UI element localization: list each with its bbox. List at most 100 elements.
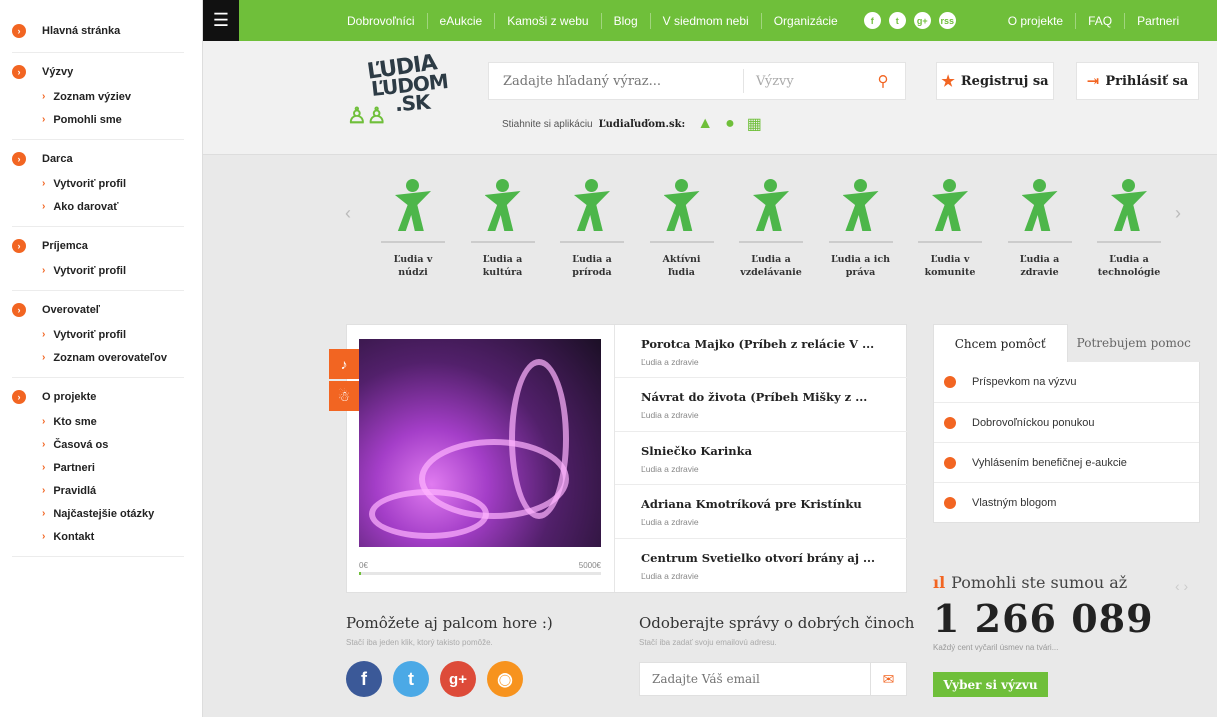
sidebar-item[interactable]: › Hlavná stránka	[12, 18, 184, 44]
mail-icon[interactable]: ✉	[870, 663, 906, 695]
help-option[interactable]: Dobrovoľníckou ponukou	[934, 402, 1199, 442]
featured-list-item[interactable]: Centrum Svetielko otvorí brány aj ... Ľud…	[615, 539, 907, 592]
sidebar-item[interactable]: › Výzvy	[12, 59, 184, 85]
category-figure-icon	[924, 177, 976, 233]
person-icon[interactable]: ☃	[329, 381, 359, 411]
login-icon: ⇥	[1086, 72, 1100, 90]
email-input[interactable]	[640, 663, 870, 695]
sidebar-subitem[interactable]: › Vytvoriť profil	[12, 323, 184, 346]
rss-icon[interactable]: ◉	[487, 661, 523, 697]
choose-challenge-button[interactable]: Vyber si výzvu	[933, 672, 1048, 697]
featured-list-item[interactable]: Porotca Majko (Príbeh z relácie V ... Ľud…	[615, 325, 907, 379]
sidebar-subitem[interactable]: › Zoznam overovateľov	[12, 346, 184, 369]
help-option-label: Vlastným blogom	[972, 496, 1057, 509]
sum-arrows-icon[interactable]: ‹ ›	[1175, 578, 1188, 594]
category-item[interactable]: Ľudia a zdravie	[995, 177, 1085, 279]
googleplus-icon[interactable]: g+	[913, 12, 931, 29]
help-panel: Chcem pomôcť Potrebujem pomoc Príspevkom…	[933, 324, 1201, 523]
top-nav-link[interactable]: eAukcie	[428, 12, 496, 29]
site-logo[interactable]: ĽUDIA ĽUDOM .SK ♙♙	[345, 50, 455, 131]
top-nav-link[interactable]: Dobrovoľníci	[335, 12, 428, 29]
sidebar-subitem-label: Pomohli sme	[53, 113, 122, 126]
sidebar-subitem[interactable]: › Pravidlá	[12, 479, 184, 502]
featured-image[interactable]	[359, 339, 601, 547]
top-nav-right: O projekte FAQ Partneri	[996, 0, 1191, 41]
facebook-icon[interactable]: f	[863, 12, 881, 29]
menu-icon[interactable]: ☰	[203, 0, 239, 41]
search-input[interactable]	[489, 63, 743, 99]
featured-list: Porotca Majko (Príbeh z relácie V ... Ľud…	[614, 325, 907, 592]
category-item[interactable]: Ľudia a kultúra	[458, 177, 548, 279]
carousel-prev-icon[interactable]: ‹	[345, 203, 351, 224]
category-item[interactable]: Aktívni ľudia	[637, 177, 727, 279]
chevron-right-icon: ›	[42, 329, 46, 340]
googleplus-icon[interactable]: g+	[440, 661, 476, 697]
apple-icon[interactable]: ●	[725, 115, 735, 133]
top-nav-link[interactable]: Partneri	[1125, 13, 1191, 29]
bullet-icon	[944, 456, 956, 469]
sidebar-item[interactable]: › Darca	[12, 146, 184, 172]
windows-icon[interactable]: ▦	[747, 114, 762, 134]
featured-list-item[interactable]: Slniečko Karinka Ľudia a zdravie	[615, 432, 907, 486]
register-label: Registruj sa	[960, 73, 1049, 89]
sidebar-subitem-label: Zoznam výziev	[53, 90, 131, 103]
facebook-icon[interactable]: f	[346, 661, 382, 697]
sidebar-subitem[interactable]: › Zoznam výziev	[12, 85, 184, 108]
login-button[interactable]: ⇥ Prihlásiť sa	[1076, 62, 1199, 100]
app-name: Ľudiaľuďom.sk:	[598, 118, 686, 130]
sidebar-subitem[interactable]: › Pomohli sme	[12, 108, 184, 131]
help-option[interactable]: Vyhlásením benefičnej e-aukcie	[934, 442, 1199, 482]
search-icon[interactable]: ⚲	[861, 72, 905, 90]
register-button[interactable]: ★ Registruj sa	[936, 62, 1054, 100]
sidebar-subitem[interactable]: › Partneri	[12, 456, 184, 479]
category-item[interactable]: Ľudia v núdzi	[368, 177, 458, 279]
sidebar-subitem[interactable]: › Najčastejšie otázky	[12, 502, 184, 525]
sidebar-item-label: Overovateľ	[42, 304, 101, 316]
tab-potrebujem-pomoc[interactable]: Potrebujem pomoc	[1068, 324, 1201, 362]
category-label: Ľudia a vzdelávanie	[740, 254, 802, 278]
featured-list-item[interactable]: Návrat do života (Príbeh Mišky z ... Ľudi…	[615, 378, 907, 432]
sidebar-subitem[interactable]: › Kontakt	[12, 525, 184, 548]
chevron-right-icon: ›	[42, 91, 46, 102]
sidebar-subitem[interactable]: › Vytvoriť profil	[12, 259, 184, 282]
search-category-select[interactable]: Výzvy	[743, 69, 861, 93]
sidebar-subitem[interactable]: › Ako darovať	[12, 195, 184, 218]
top-nav-link[interactable]: Organizácie	[762, 13, 850, 29]
tab-chcem-pomoct[interactable]: Chcem pomôcť	[933, 324, 1068, 362]
category-item[interactable]: Ľudia v komunite	[905, 177, 995, 279]
top-nav-link[interactable]: FAQ	[1076, 12, 1126, 29]
top-nav-link[interactable]: O projekte	[996, 12, 1077, 29]
top-nav-link[interactable]: Blog	[602, 12, 651, 29]
top-nav-link[interactable]: Kamoši z webu	[495, 12, 602, 29]
sidebar-subitem[interactable]: › Kto sme	[12, 410, 184, 433]
bullet-icon	[944, 416, 956, 429]
category-item[interactable]: Ľudia a príroda	[547, 177, 637, 279]
featured-item-category: Ľudia a zdravie	[641, 517, 699, 528]
sidebar-subitem[interactable]: › Časová os	[12, 433, 184, 456]
sidebar-item[interactable]: › O projekte	[12, 384, 184, 410]
rss-icon[interactable]: rss	[938, 12, 956, 29]
newsletter-title: Odoberajte správy o dobrých činoch	[639, 614, 915, 632]
category-item[interactable]: Ľudia a vzdelávanie	[726, 177, 816, 279]
top-nav-link[interactable]: V siedmom nebi	[651, 12, 762, 29]
featured-list-item[interactable]: Adriana Kmotríková pre Kristínku Ľudia a …	[615, 485, 907, 539]
help-option[interactable]: Vlastným blogom	[934, 482, 1199, 522]
sidebar: › Hlavná stránka › Výzvy › Zoznam výziev › Pomo…	[0, 0, 203, 717]
share-icon[interactable]: ♪	[329, 349, 359, 379]
sidebar-item[interactable]: › Príjemca	[12, 233, 184, 259]
twitter-icon[interactable]: t	[393, 661, 429, 697]
category-item[interactable]: Ľudia a technológie	[1084, 177, 1174, 279]
app-download: Stiahnite si aplikáciu Ľudiaľuďom.sk: ▲ …	[502, 114, 762, 134]
login-label: Prihlásiť sa	[1105, 73, 1189, 89]
android-icon[interactable]: ▲	[697, 115, 713, 133]
category-label: Aktívni ľudia	[662, 254, 701, 278]
header: ĽUDIA ĽUDOM .SK ♙♙ Výzvy ⚲ Stiahnite si …	[203, 41, 1217, 155]
help-option[interactable]: Príspevkom na výzvu	[934, 362, 1199, 402]
featured-item-category: Ľudia a zdravie	[641, 570, 699, 581]
twitter-icon[interactable]: t	[888, 12, 906, 29]
progress-min: 0€	[359, 561, 368, 570]
sidebar-item[interactable]: › Overovateľ	[12, 297, 184, 323]
carousel-next-icon[interactable]: ›	[1175, 203, 1181, 224]
sidebar-subitem[interactable]: › Vytvoriť profil	[12, 172, 184, 195]
category-item[interactable]: Ľudia a ich práva	[816, 177, 906, 279]
